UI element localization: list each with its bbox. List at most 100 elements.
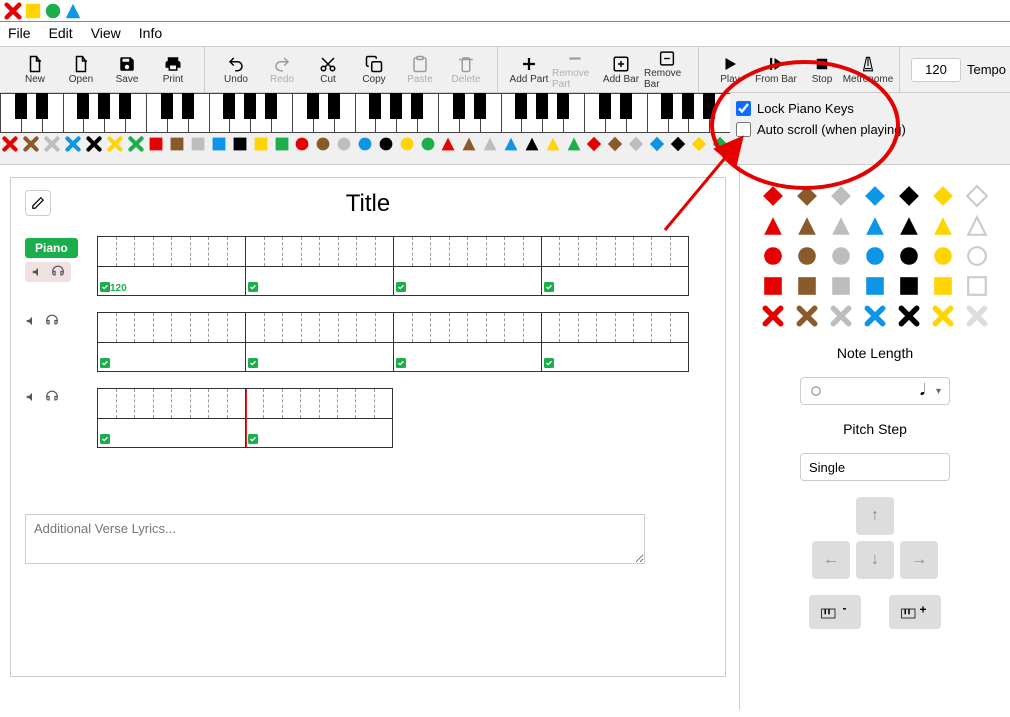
palette-shape[interactable] (860, 303, 890, 329)
black-key[interactable] (682, 93, 694, 119)
palette-shape[interactable] (860, 273, 890, 299)
piano-shape[interactable] (250, 133, 271, 155)
bar[interactable] (393, 236, 541, 296)
score-title[interactable]: Title (25, 190, 711, 218)
palette-shape[interactable] (860, 213, 890, 239)
black-key[interactable] (661, 93, 673, 119)
play-from-bar-button[interactable]: From Bar (753, 50, 799, 90)
palette-shape[interactable] (826, 303, 856, 329)
piano-shape[interactable] (668, 133, 689, 155)
piano-shape[interactable] (480, 133, 501, 155)
lyrics-textarea[interactable] (25, 514, 645, 564)
menu-view[interactable]: View (91, 25, 121, 43)
palette-shape[interactable] (826, 213, 856, 239)
piano-shape[interactable] (626, 133, 647, 155)
piano-shape[interactable] (125, 133, 146, 155)
play-button[interactable]: Play (707, 50, 753, 90)
palette-shape[interactable] (860, 243, 890, 269)
octave-up-button[interactable]: + (889, 595, 941, 629)
black-key[interactable] (474, 93, 486, 119)
palette-shape[interactable] (962, 243, 992, 269)
piano-shape[interactable] (647, 133, 668, 155)
palette-shape[interactable] (826, 273, 856, 299)
piano-shape[interactable] (605, 133, 626, 155)
piano-shape-row[interactable] (0, 133, 730, 155)
print-button[interactable]: Print (150, 50, 196, 90)
tempo-input[interactable] (911, 58, 961, 82)
headphones-icon[interactable] (51, 265, 65, 279)
bar[interactable] (245, 236, 393, 296)
menu-edit[interactable]: Edit (49, 25, 73, 43)
palette-shape[interactable] (860, 183, 890, 209)
black-key[interactable] (119, 93, 131, 119)
bar[interactable] (393, 312, 541, 372)
piano-shape[interactable] (501, 133, 522, 155)
note-length-select[interactable]: 𝅘𝅥 (800, 377, 950, 405)
cut-button[interactable]: Cut (305, 50, 351, 90)
black-key[interactable] (557, 93, 569, 119)
piano-shape[interactable] (21, 133, 42, 155)
piano-shape[interactable] (584, 133, 605, 155)
piano-shape[interactable] (146, 133, 167, 155)
piano-shape[interactable] (42, 133, 63, 155)
arrow-down-button[interactable]: ↓ (856, 541, 894, 579)
mute-icon[interactable] (25, 314, 39, 328)
palette-shape[interactable] (962, 183, 992, 209)
palette-shape[interactable] (928, 213, 958, 239)
piano-shape[interactable] (542, 133, 563, 155)
arrow-up-button[interactable]: ↑ (856, 497, 894, 535)
piano-shape[interactable] (188, 133, 209, 155)
lock-piano-keys-checkbox[interactable] (736, 101, 751, 116)
copy-button[interactable]: Copy (351, 50, 397, 90)
black-key[interactable] (223, 93, 235, 119)
palette-shape[interactable] (758, 273, 788, 299)
autoscroll-checkbox[interactable] (736, 122, 751, 137)
black-key[interactable] (453, 93, 465, 119)
black-key[interactable] (161, 93, 173, 119)
palette-shape[interactable] (758, 303, 788, 329)
undo-button[interactable]: Undo (213, 50, 259, 90)
piano-shape[interactable] (459, 133, 480, 155)
palette-shape[interactable] (826, 243, 856, 269)
bar[interactable] (541, 236, 689, 296)
black-key[interactable] (328, 93, 340, 119)
piano-shape[interactable] (355, 133, 376, 155)
palette-shape[interactable] (758, 183, 788, 209)
instrument-tag[interactable]: Piano (25, 238, 78, 258)
black-key[interactable] (369, 93, 381, 119)
palette-shape[interactable] (758, 243, 788, 269)
edit-title-button[interactable] (25, 190, 51, 216)
black-key[interactable] (15, 93, 27, 119)
piano-shape[interactable] (104, 133, 125, 155)
black-key[interactable] (620, 93, 632, 119)
bar[interactable] (245, 388, 393, 448)
piano-keyboard[interactable] (0, 93, 730, 133)
palette-shape[interactable] (894, 213, 924, 239)
black-key[interactable] (599, 93, 611, 119)
mute-icon[interactable] (25, 390, 39, 404)
bar[interactable] (97, 312, 245, 372)
black-key[interactable] (244, 93, 256, 119)
metronome-button[interactable]: Metronome (845, 50, 891, 90)
add-part-button[interactable]: Add Part (506, 50, 552, 90)
autoscroll-option[interactable]: Auto scroll (when playing) (736, 122, 906, 137)
palette-shape[interactable] (962, 213, 992, 239)
palette-shape[interactable] (792, 243, 822, 269)
remove-bar-button[interactable]: Remove Bar (644, 50, 690, 90)
piano-shape[interactable] (521, 133, 542, 155)
black-key[interactable] (411, 93, 423, 119)
open-button[interactable]: Open (58, 50, 104, 90)
piano-shape[interactable] (438, 133, 459, 155)
piano-shape[interactable] (334, 133, 355, 155)
piano-shape[interactable] (709, 133, 730, 155)
palette-shape[interactable] (792, 273, 822, 299)
black-key[interactable] (536, 93, 548, 119)
palette-shape[interactable] (928, 303, 958, 329)
piano-shape[interactable] (229, 133, 250, 155)
palette-shape[interactable] (894, 303, 924, 329)
bar[interactable] (541, 312, 689, 372)
piano-shape[interactable] (292, 133, 313, 155)
piano-shape[interactable] (271, 133, 292, 155)
black-key[interactable] (307, 93, 319, 119)
palette-shape[interactable] (792, 213, 822, 239)
